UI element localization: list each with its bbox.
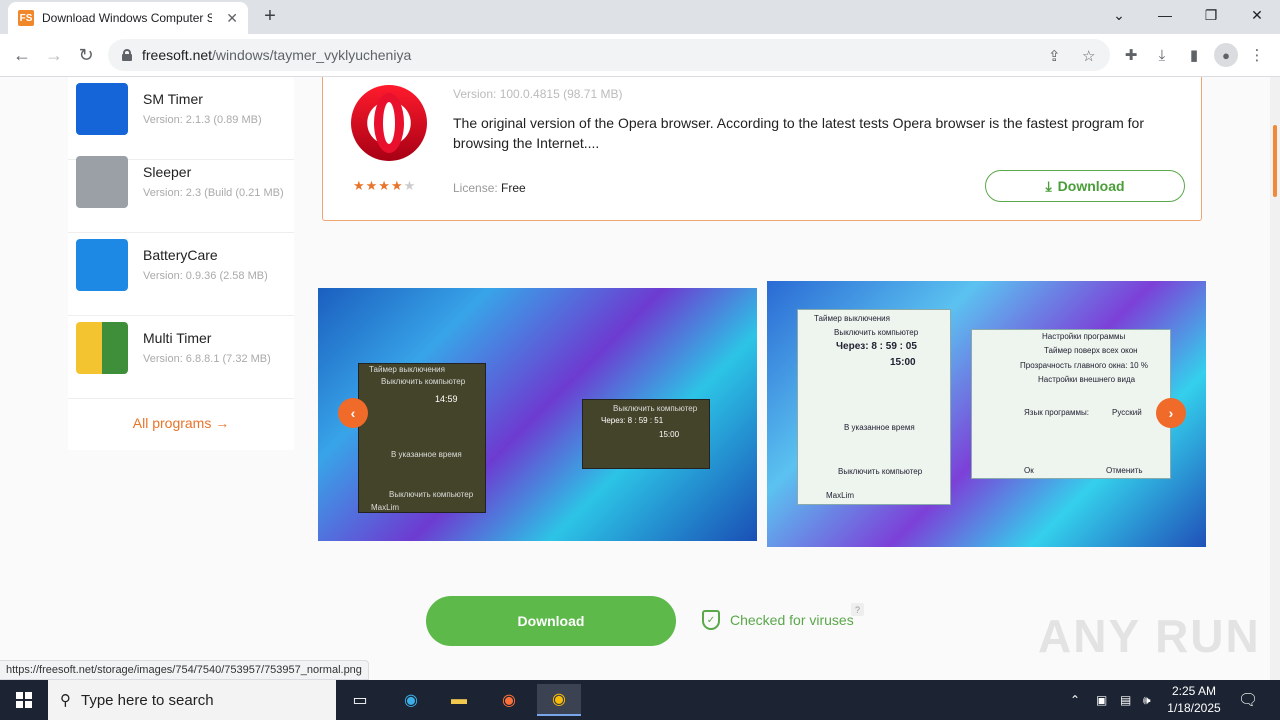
tab-search-icon[interactable]: ⌄: [1096, 0, 1142, 30]
program-version: Version: 6.8.8.1 (7.32 MB): [143, 353, 271, 365]
share-icon[interactable]: ⇪: [1048, 47, 1061, 65]
download-button[interactable]: Download: [426, 596, 676, 646]
batterycare-app-icon: [76, 239, 128, 291]
volume-icon[interactable]: 🕪: [1143, 680, 1151, 720]
all-programs-link[interactable]: All programs →: [68, 415, 294, 431]
close-tab-icon[interactable]: ✕: [226, 10, 238, 27]
edge-icon[interactable]: ◉: [389, 684, 433, 716]
list-item[interactable]: SM Timer Version: 2.1.3 (0.89 MB): [68, 77, 294, 160]
page-content: SM Timer Version: 2.1.3 (0.89 MB) Sleepe…: [0, 77, 1270, 680]
chevron-left-icon: ‹: [350, 405, 356, 421]
list-item[interactable]: Multi Timer Version: 6.8.8.1 (7.32 MB): [68, 316, 294, 399]
browser-tab[interactable]: FS Download Windows Computer S ✕: [8, 2, 248, 34]
screenshot-image-2[interactable]: Таймер выключения Выключить компьютер Че…: [767, 281, 1206, 547]
virus-check-badge: ✓ Checked for viruses: [702, 610, 854, 630]
notifications-icon[interactable]: 🗨: [1238, 680, 1258, 720]
help-icon[interactable]: ?: [851, 603, 864, 616]
anyrun-watermark: ANY RUN: [1038, 610, 1261, 662]
timer-window: Таймер выключения Выключить компьютер 14…: [358, 363, 486, 513]
carousel-next-button[interactable]: ›: [1156, 398, 1186, 428]
featured-download-button[interactable]: ⤓ Download: [985, 170, 1185, 202]
timer-window: Таймер выключения Выключить компьютер Че…: [797, 309, 951, 505]
tab-strip: FS Download Windows Computer S ✕ + ⌄ — ❐…: [0, 0, 1280, 34]
status-bar-url: https://freesoft.net/storage/images/754/…: [0, 660, 369, 680]
site-favicon-icon: FS: [18, 10, 34, 26]
forward-icon[interactable]: →: [40, 41, 68, 69]
back-icon[interactable]: ←: [8, 41, 36, 69]
tray-chevron-icon[interactable]: ⌃: [1070, 680, 1080, 720]
program-name[interactable]: Sleeper: [143, 164, 191, 180]
multi-timer-app-icon: [76, 322, 128, 374]
featured-description: The original version of the Opera browse…: [453, 115, 1144, 151]
settings-window: Настройки программы Таймер поверх всех о…: [971, 329, 1171, 479]
screenshot-image-1[interactable]: Таймер выключения Выключить компьютер 14…: [318, 288, 757, 541]
profile-avatar-icon[interactable]: ●: [1214, 43, 1238, 67]
new-tab-icon[interactable]: +: [258, 4, 282, 28]
list-item[interactable]: BatteryCare Version: 0.9.36 (2.58 MB): [68, 233, 294, 316]
shield-check-icon: ✓: [702, 610, 720, 630]
program-version: Version: 0.9.36 (2.58 MB): [143, 270, 268, 282]
minimize-icon[interactable]: —: [1142, 0, 1188, 30]
opera-logo-icon: [351, 85, 427, 161]
program-name[interactable]: Multi Timer: [143, 330, 211, 346]
windows-taskbar: ⚲ Type here to search ▭ ◉ ▬ ◉ ◉ ⌃ ▣ ▤ 🕪 …: [0, 680, 1280, 720]
lock-icon: [122, 49, 132, 61]
menu-kebab-icon[interactable]: ⋮: [1246, 44, 1268, 66]
task-view-icon[interactable]: ▭: [338, 684, 382, 716]
chevron-right-icon: ›: [1168, 405, 1174, 421]
license-info: License: Free: [453, 181, 526, 195]
address-bar[interactable]: freesoft.net/windows/taymer_vyklyucheniy…: [108, 39, 1110, 71]
program-version: Version: 2.1.3 (0.89 MB): [143, 114, 262, 126]
start-button[interactable]: [0, 680, 48, 720]
extensions-icon[interactable]: ✚: [1120, 44, 1142, 66]
scrollbar-thumb[interactable]: [1273, 125, 1277, 197]
restore-icon[interactable]: ❐: [1188, 0, 1234, 30]
program-name[interactable]: SM Timer: [143, 91, 203, 107]
featured-version: Version: 100.0.4815 (98.71 MB): [453, 87, 623, 101]
taskbar-clock[interactable]: 2:25 AM 1/18/2025: [1162, 683, 1226, 717]
network-icon[interactable]: ▤: [1120, 680, 1131, 720]
tab-title: Download Windows Computer S: [42, 11, 212, 25]
meet-icon[interactable]: ▣: [1096, 680, 1107, 720]
list-item[interactable]: Sleeper Version: 2.3 (Build (0.21 MB): [68, 150, 294, 233]
sm-timer-app-icon: [76, 83, 128, 135]
taskbar-search[interactable]: ⚲ Type here to search: [48, 680, 336, 720]
chrome-icon[interactable]: ◉: [537, 684, 581, 716]
download-icon: ⤓: [1045, 177, 1052, 194]
rating-stars: ★★★★★: [353, 178, 417, 193]
program-name[interactable]: BatteryCare: [143, 247, 218, 263]
program-version: Version: 2.3 (Build (0.21 MB): [143, 187, 284, 199]
page-scrollbar[interactable]: [1270, 77, 1280, 680]
sleeper-app-icon: [76, 156, 128, 208]
file-explorer-icon[interactable]: ▬: [437, 684, 481, 716]
featured-program-card: Version: 100.0.4815 (98.71 MB) The origi…: [322, 77, 1202, 221]
side-panel-icon[interactable]: ▮: [1183, 44, 1205, 66]
close-window-icon[interactable]: ✕: [1234, 0, 1280, 30]
windows-logo-icon: [16, 692, 32, 708]
timer-mini-window: Выключить компьютер Через: 8 : 59 : 51 1…: [582, 399, 710, 469]
carousel-prev-button[interactable]: ‹: [338, 398, 368, 428]
browser-toolbar: ← → ↻ freesoft.net/windows/taymer_vyklyu…: [0, 34, 1280, 77]
search-icon: ⚲: [60, 692, 71, 709]
url-text: freesoft.net/windows/taymer_vyklyucheniy…: [142, 47, 412, 63]
reload-icon[interactable]: ↻: [72, 41, 100, 69]
program-list: SM Timer Version: 2.1.3 (0.89 MB) Sleepe…: [68, 77, 294, 450]
downloads-icon[interactable]: ⤓: [1151, 44, 1173, 66]
firefox-icon[interactable]: ◉: [487, 684, 531, 716]
bookmark-star-icon[interactable]: ☆: [1082, 47, 1095, 65]
